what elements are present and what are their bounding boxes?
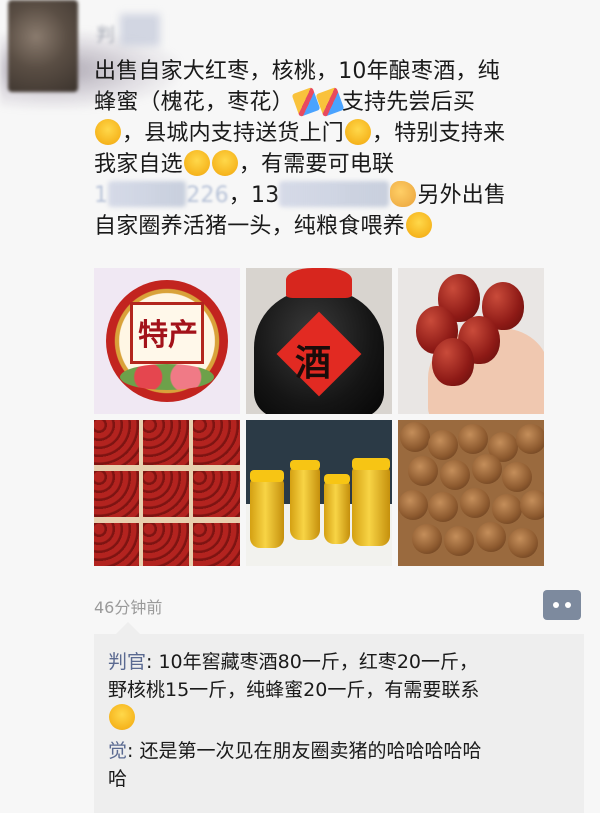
jar-label-text: 酒	[295, 342, 332, 384]
walnut	[460, 488, 490, 518]
comment-separator: :	[127, 740, 140, 762]
username-redaction	[120, 14, 160, 46]
comment-author[interactable]: 判官	[108, 651, 146, 673]
image-tile-date-boxes[interactable]	[94, 420, 240, 566]
phone-number-1[interactable]: 1	[94, 183, 108, 208]
dot	[553, 602, 559, 608]
honey-jar	[352, 466, 390, 546]
post-text: 出售自家大红枣，核桃，10年酿枣酒，纯 蜂蜜（槐花，枣花） 支持先尝后买 ，县城内…	[94, 56, 584, 242]
post-text-segment: ，有需要可电联	[238, 152, 395, 177]
date-box	[140, 420, 192, 468]
post-line-4: 我家自选 ，有需要可电联	[94, 149, 584, 180]
grin-emoji-icon	[109, 704, 135, 730]
comment[interactable]: 觉: 还是第一次见在朋友圈卖猪的哈哈哈哈哈 哈	[108, 737, 570, 793]
party-popper-icon	[315, 86, 345, 118]
date-box	[190, 420, 240, 468]
honey-lid	[250, 470, 284, 482]
grin-emoji-icon	[183, 150, 210, 176]
snail-emoji-icon	[390, 181, 417, 207]
post-line-3: ，县城内支持送货上门 ，特别支持来	[94, 118, 584, 149]
walnut	[428, 430, 458, 460]
post-text-segment: ，县城内支持送货上门	[122, 121, 345, 146]
grin-emoji-icon	[211, 150, 238, 176]
phone-number-2[interactable]: ，13	[229, 183, 280, 208]
comment-text: 还是第一次见在朋友圈卖猪的哈哈哈哈哈	[139, 740, 482, 762]
date-box	[140, 468, 192, 520]
username[interactable]: 判	[96, 20, 115, 47]
walnut	[520, 490, 544, 520]
date-box	[94, 520, 142, 566]
image-grid: 特产 酒	[94, 268, 544, 566]
phone-redaction	[108, 181, 187, 207]
jar-red-cloth	[286, 268, 352, 298]
walnut	[508, 528, 538, 558]
date-box	[140, 520, 192, 566]
honey-jar	[324, 480, 350, 544]
phone-number-1-tail[interactable]: 226	[186, 183, 229, 208]
post-text-segment: 蜂蜜（槐花，枣花）	[94, 90, 294, 115]
walnut	[440, 460, 470, 490]
walnut	[472, 454, 502, 484]
walnut	[412, 524, 442, 554]
post-text-segment: 我家自选	[94, 152, 183, 177]
smirk-emoji-icon	[345, 119, 372, 145]
flower-decoration	[120, 364, 214, 390]
date-box	[190, 520, 240, 566]
honey-jar	[250, 478, 284, 548]
honey-jar	[290, 466, 320, 540]
image-tile-honey[interactable]	[246, 420, 392, 566]
image-tile-wine-jar[interactable]: 酒	[246, 268, 392, 414]
date-box	[94, 468, 142, 520]
post-text-segment: 支持先尝后买	[341, 90, 476, 115]
walnut	[492, 494, 522, 524]
walnut	[516, 424, 544, 454]
post-line-6: 自家圈养活猪一头，纯粮食喂养	[94, 211, 584, 242]
post-text-segment: 出售自家大红枣，核桃，10年酿枣酒，纯	[94, 59, 500, 84]
comment-dots-icon[interactable]	[543, 590, 581, 620]
post-text-segment: 自家圈养活猪一头，纯粮食喂养	[94, 214, 405, 239]
post-timestamp: 46分钟前	[94, 598, 163, 617]
walnut	[398, 490, 428, 520]
image-tile-walnuts[interactable]	[398, 420, 544, 566]
comment-text: 野核桃15一斤，纯蜂蜜20一斤，有需要联系	[108, 679, 480, 701]
phone-redaction	[279, 181, 390, 207]
comment-separator: :	[146, 651, 159, 673]
flushed-emoji-icon	[405, 212, 432, 238]
post-line-2: 蜂蜜（槐花，枣花） 支持先尝后买	[94, 86, 584, 118]
heart-eyes-emoji-icon	[95, 119, 121, 145]
honey-lid	[324, 474, 350, 484]
comment-author[interactable]: 觉	[108, 740, 127, 762]
party-popper-icon	[291, 86, 321, 118]
comment-text: 哈	[108, 768, 128, 790]
logo-text: 特产	[138, 318, 198, 353]
walnut	[458, 424, 488, 454]
post-line-5: 1 226，13 另外出售	[94, 180, 584, 211]
walnut	[476, 522, 506, 552]
comment[interactable]: 判官: 10年窖藏枣酒80一斤，红枣20一斤， 野核桃15一斤，纯蜂蜜20一斤，…	[108, 648, 570, 733]
walnut	[428, 492, 458, 522]
red-date	[432, 338, 474, 386]
dot	[565, 602, 571, 608]
avatar[interactable]	[8, 0, 78, 92]
walnut	[502, 462, 532, 492]
date-box	[190, 468, 240, 520]
post-text-segment: ，特别支持来	[372, 121, 506, 146]
walnut	[444, 526, 474, 556]
comments-section: 判官: 10年窖藏枣酒80一斤，红枣20一斤， 野核桃15一斤，纯蜂蜜20一斤，…	[94, 622, 584, 813]
honey-lid	[352, 458, 390, 470]
image-tile-logo[interactable]: 特产	[94, 268, 240, 414]
honey-lid	[290, 460, 320, 470]
walnut	[408, 456, 438, 486]
date-box	[94, 420, 142, 468]
walnut	[400, 422, 430, 452]
image-tile-red-dates[interactable]	[398, 268, 544, 414]
post-text-segment: 另外出售	[417, 183, 507, 208]
post-line-1: 出售自家大红枣，核桃，10年酿枣酒，纯	[94, 56, 584, 87]
comment-text: 10年窖藏枣酒80一斤，红枣20一斤，	[158, 651, 478, 673]
